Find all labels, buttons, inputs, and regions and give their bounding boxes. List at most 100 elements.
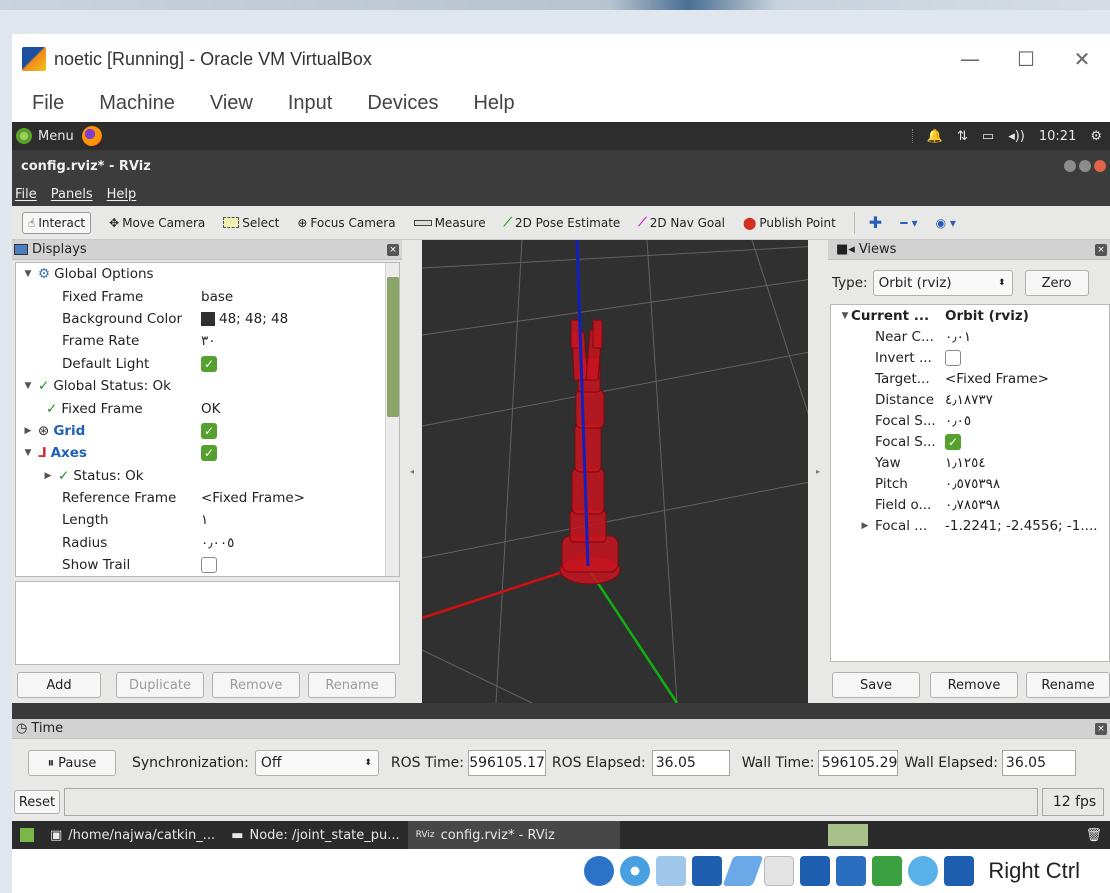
focal-shape-size-value[interactable]: ٠٫٠٥	[945, 413, 971, 429]
volume-icon[interactable]: ◂))	[1008, 129, 1025, 144]
radius-value[interactable]: ٠٫٠٠٥	[201, 535, 234, 551]
audio-icon[interactable]	[656, 856, 687, 886]
shared-folder-icon[interactable]	[764, 856, 795, 886]
usb-icon[interactable]	[722, 856, 764, 886]
collapse-arrow-icon[interactable]: ▶	[22, 426, 34, 436]
tree-row[interactable]: ▼ ⅃ Axes ✓	[16, 442, 399, 464]
ros-time-field[interactable]: 596105.17	[467, 750, 546, 776]
tool-publish-point[interactable]: ⬤ Publish Point	[743, 216, 836, 230]
scrollbar-thumb[interactable]	[387, 277, 399, 417]
show-desktop-button[interactable]	[12, 821, 42, 849]
tool-select[interactable]: Select	[223, 216, 279, 230]
rename-view-button[interactable]: Rename	[1026, 672, 1110, 698]
mint-menu-icon[interactable]	[16, 128, 32, 144]
rviz-menu-panels[interactable]: Panels	[51, 187, 93, 202]
rviz-close-button[interactable]	[1094, 160, 1106, 172]
target-frame-value[interactable]: <Fixed Frame>	[945, 371, 1049, 387]
rviz-maximize-button[interactable]	[1079, 160, 1091, 172]
task-rviz[interactable]: RViz config.rviz* - RViz	[407, 821, 620, 849]
reference-frame-value[interactable]: <Fixed Frame>	[201, 490, 305, 506]
expand-arrow-icon[interactable]: ▼	[22, 381, 34, 391]
mouse-integration-icon[interactable]	[908, 856, 939, 886]
view-row[interactable]: Field o... ٠٫٧٨٥٣٩٨	[831, 494, 1109, 515]
field-of-view-value[interactable]: ٠٫٧٨٥٣٩٨	[945, 497, 1000, 513]
tree-row[interactable]: Reference Frame <Fixed Frame>	[16, 487, 399, 509]
tool-measure[interactable]: Measure	[413, 216, 486, 230]
expand-arrow-icon[interactable]: ▼	[22, 448, 34, 458]
zero-view-button[interactable]: Zero	[1024, 270, 1089, 296]
tree-row[interactable]: Default Light ✓	[16, 353, 399, 375]
menu-help[interactable]: Help	[473, 92, 514, 115]
reset-button[interactable]: Reset	[14, 790, 60, 814]
frame-rate-value[interactable]: ٣٠	[201, 333, 216, 349]
view-row[interactable]: ▶ Focal ... -1.2241; -2.4556; -1....	[831, 515, 1109, 536]
focal-point-value[interactable]: -1.2241; -2.4556; -1....	[945, 518, 1098, 534]
optical-drive-icon[interactable]	[584, 856, 615, 886]
workspace-switcher[interactable]	[820, 821, 876, 849]
view-row[interactable]: Invert ...	[831, 347, 1109, 368]
tool-interact[interactable]: ☝ Interact	[22, 211, 92, 234]
tree-row[interactable]: Show Trail	[16, 554, 399, 576]
remove-tool-button[interactable]: ━ ▾	[900, 216, 917, 230]
collapse-arrow-icon[interactable]: ▶	[859, 521, 871, 531]
wall-time-field[interactable]: 596105.29	[818, 750, 899, 776]
tree-row[interactable]: ▼ ✓ Global Status: Ok	[16, 375, 399, 397]
rename-display-button[interactable]: Rename	[308, 672, 396, 698]
pause-button[interactable]: ⏸ Pause	[28, 750, 116, 776]
tool-move-camera[interactable]: ✥ Move Camera	[109, 216, 205, 230]
length-value[interactable]: ١	[201, 512, 208, 528]
task-terminal[interactable]: ▣ /home/najwa/catkin_...	[42, 821, 223, 849]
fixed-frame-value[interactable]: base	[201, 289, 233, 305]
tool-properties-button[interactable]: ◉ ▾	[936, 216, 956, 230]
sync-select[interactable]: Off ⬍	[254, 750, 379, 776]
battery-icon[interactable]: ▭	[982, 129, 994, 144]
displays-scrollbar[interactable]	[385, 263, 399, 576]
show-trail-checkbox[interactable]	[201, 557, 217, 574]
remove-display-button[interactable]: Remove	[212, 672, 300, 698]
menu-file[interactable]: File	[32, 92, 64, 115]
tree-row[interactable]: Length ١	[16, 509, 399, 531]
view-row[interactable]: Near C... ٠٫٠١	[831, 326, 1109, 347]
menu-devices[interactable]: Devices	[367, 92, 438, 115]
view-type-select[interactable]: Orbit (rviz) ⬍	[872, 270, 1013, 296]
firefox-icon[interactable]	[81, 126, 102, 146]
keyboard-capture-icon[interactable]	[944, 856, 975, 886]
views-close-icon[interactable]: ×	[1095, 243, 1107, 256]
view-row[interactable]: Distance ٤٫١٨٧٣٧	[831, 389, 1109, 410]
tool-focus-camera[interactable]: ⊕ Focus Camera	[297, 216, 395, 230]
view-row[interactable]: ▼ Current ... Orbit (rviz)	[831, 305, 1109, 326]
display-icon[interactable]	[800, 856, 831, 886]
task-node-joint-state[interactable]: ▬ Node: /joint_state_pu...	[223, 821, 407, 849]
wall-elapsed-field[interactable]: 36.05	[1001, 750, 1076, 776]
focal-shape-fixed-checkbox[interactable]: ✓	[945, 433, 961, 450]
save-view-button[interactable]: Save	[832, 672, 920, 698]
cd-icon[interactable]	[620, 856, 651, 886]
tree-row[interactable]: Frame Rate ٣٠	[16, 330, 399, 352]
menu-input[interactable]: Input	[288, 92, 332, 115]
remove-view-button[interactable]: Remove	[930, 672, 1018, 698]
expand-arrow-icon[interactable]: ▼	[22, 269, 34, 279]
tool-2d-nav-goal[interactable]: ⟋ 2D Nav Goal	[638, 215, 725, 230]
color-swatch[interactable]	[201, 311, 215, 326]
notification-bell-icon[interactable]: 🔔	[927, 129, 943, 144]
minimize-button[interactable]: —	[942, 34, 998, 84]
clock[interactable]: 10:21	[1039, 129, 1076, 144]
close-button[interactable]: ✕	[1054, 34, 1110, 84]
3d-viewport[interactable]	[422, 240, 820, 703]
tree-row[interactable]: ▼ ⚙ Global Options	[16, 263, 399, 285]
add-display-button[interactable]: Add	[17, 672, 101, 698]
maximize-button[interactable]: ☐	[998, 34, 1054, 84]
menu-view[interactable]: View	[210, 92, 253, 115]
add-tool-button[interactable]: ✚	[869, 213, 882, 232]
tree-row[interactable]: Radius ٠٫٠٠٥	[16, 532, 399, 554]
tree-row[interactable]: ▶ ⊛ Grid ✓	[16, 420, 399, 442]
tree-row[interactable]: Fixed Frame base	[16, 285, 399, 307]
duplicate-display-button[interactable]: Duplicate	[116, 672, 204, 698]
menu-machine[interactable]: Machine	[99, 92, 175, 115]
video-capture-icon[interactable]	[836, 856, 867, 886]
rviz-menu-file[interactable]: File	[15, 187, 37, 202]
invert-z-checkbox[interactable]	[945, 349, 961, 366]
background-color-value[interactable]: 48; 48; 48	[219, 311, 288, 327]
grid-enabled-checkbox[interactable]: ✓	[201, 422, 217, 439]
view-row[interactable]: Target... <Fixed Frame>	[831, 368, 1109, 389]
